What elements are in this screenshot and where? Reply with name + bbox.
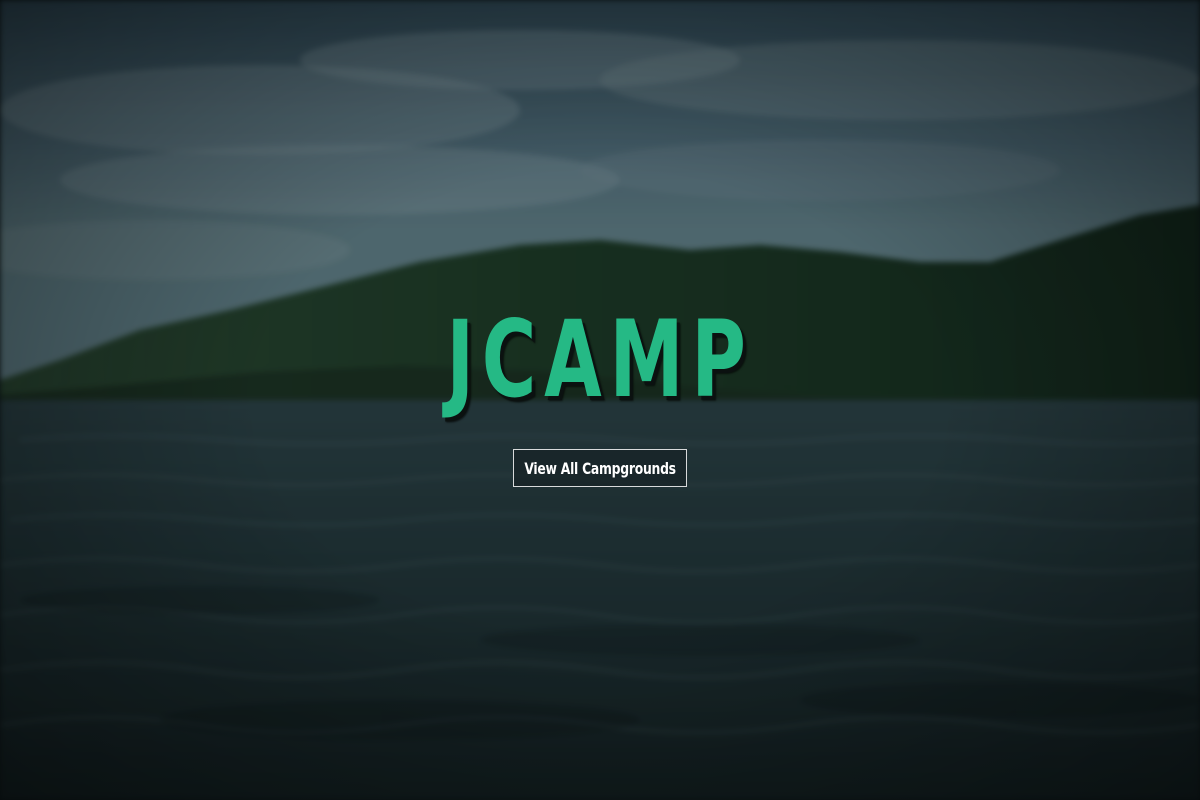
view-all-campgrounds-button[interactable]: View All Campgrounds	[513, 449, 687, 487]
hero-section: JCAMP View All Campgrounds	[0, 0, 1200, 800]
hero-content: JCAMP View All Campgrounds	[0, 0, 1200, 800]
site-title: JCAMP	[446, 298, 754, 421]
view-all-campgrounds-label: View All Campgrounds	[524, 458, 676, 478]
